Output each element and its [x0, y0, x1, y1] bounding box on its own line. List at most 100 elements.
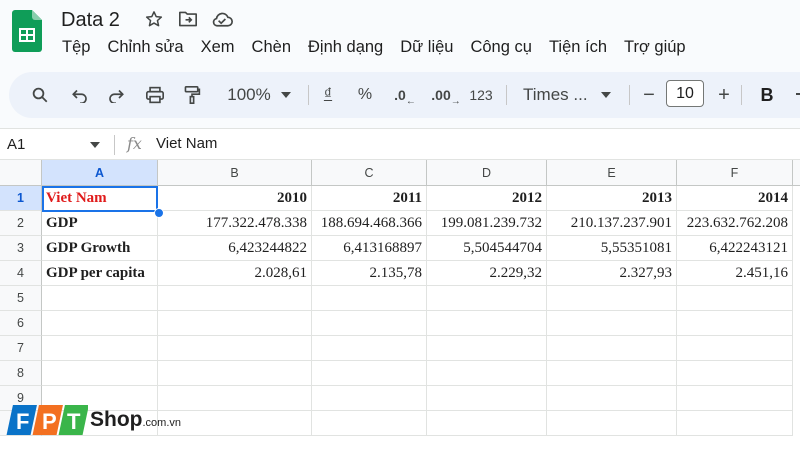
cell-b9[interactable] — [158, 386, 312, 411]
menu-view[interactable]: Xem — [201, 38, 235, 57]
cell-d7[interactable] — [427, 336, 547, 361]
cell-e8[interactable] — [547, 361, 677, 386]
more-formats-button[interactable]: 123 — [467, 72, 495, 118]
chevron-down-icon[interactable] — [599, 72, 613, 118]
cell-e10[interactable] — [547, 411, 677, 436]
search-icon[interactable] — [27, 72, 53, 118]
column-header-d[interactable]: D — [427, 160, 547, 186]
cell-e1[interactable]: 2013 — [547, 186, 677, 211]
cell-d10[interactable] — [427, 411, 547, 436]
row-header-8[interactable]: 8 — [0, 361, 42, 386]
cell-c10[interactable] — [312, 411, 427, 436]
more-options-icon[interactable] — [791, 72, 800, 118]
column-header-g[interactable] — [793, 160, 800, 186]
menu-data[interactable]: Dữ liệu — [400, 38, 453, 57]
paint-format-icon[interactable] — [179, 72, 205, 118]
cell-a4[interactable]: GDP per capita — [42, 261, 158, 286]
redo-icon[interactable] — [103, 72, 129, 118]
cell-e2[interactable]: 210.137.237.901 — [547, 211, 677, 236]
bold-button[interactable]: B — [752, 72, 782, 118]
cell-f7[interactable] — [677, 336, 793, 361]
column-header-b[interactable]: B — [158, 160, 312, 186]
row-header-5[interactable]: 5 — [0, 286, 42, 311]
cell-c7[interactable] — [312, 336, 427, 361]
cell-d6[interactable] — [427, 311, 547, 336]
name-box[interactable]: A1 — [7, 136, 25, 153]
cell-c2[interactable]: 188.694.468.366 — [312, 211, 427, 236]
document-title[interactable]: Data 2 — [61, 9, 120, 32]
cell-c1[interactable]: 2011 — [312, 186, 427, 211]
decrease-font-size-button[interactable]: − — [639, 72, 659, 118]
menu-edit[interactable]: Chỉnh sửa — [107, 38, 183, 57]
cell-a7[interactable] — [42, 336, 158, 361]
zoom-select[interactable]: 100% — [219, 72, 279, 118]
cell-f6[interactable] — [677, 311, 793, 336]
row-header-1[interactable]: 1 — [0, 186, 42, 211]
percent-format-button[interactable]: % — [355, 72, 375, 118]
cell-b2[interactable]: 177.322.478.338 — [158, 211, 312, 236]
cell-e6[interactable] — [547, 311, 677, 336]
cell-f3[interactable]: 6,422243121 — [677, 236, 793, 261]
cell-c6[interactable] — [312, 311, 427, 336]
cell-f1[interactable]: 2014 — [677, 186, 793, 211]
row-header-3[interactable]: 3 — [0, 236, 42, 261]
column-header-e[interactable]: E — [547, 160, 677, 186]
formula-input[interactable]: Viet Nam — [156, 135, 217, 152]
increase-decimal-button[interactable]: .00 → — [429, 72, 463, 118]
cell-d4[interactable]: 2.229,32 — [427, 261, 547, 286]
chevron-down-icon[interactable] — [90, 142, 100, 148]
cloud-saved-icon[interactable] — [211, 8, 233, 30]
cell-d9[interactable] — [427, 386, 547, 411]
cell-c5[interactable] — [312, 286, 427, 311]
cell-a6[interactable] — [42, 311, 158, 336]
cell-c9[interactable] — [312, 386, 427, 411]
cell-a5[interactable] — [42, 286, 158, 311]
cell-d8[interactable] — [427, 361, 547, 386]
row-header-6[interactable]: 6 — [0, 311, 42, 336]
cell-f2[interactable]: 223.632.762.208 — [677, 211, 793, 236]
cell-c3[interactable]: 6,413168897 — [312, 236, 427, 261]
cell-a3[interactable]: GDP Growth — [42, 236, 158, 261]
cell-e7[interactable] — [547, 336, 677, 361]
cell-e4[interactable]: 2.327,93 — [547, 261, 677, 286]
menu-help[interactable]: Trợ giúp — [624, 38, 686, 57]
menu-tools[interactable]: Công cụ — [470, 38, 531, 57]
currency-format-button[interactable]: ₫ — [319, 72, 337, 118]
cell-d3[interactable]: 5,504544704 — [427, 236, 547, 261]
row-header-7[interactable]: 7 — [0, 336, 42, 361]
cell-b1[interactable]: 2010 — [158, 186, 312, 211]
cell-e9[interactable] — [547, 386, 677, 411]
cell-b3[interactable]: 6,423244822 — [158, 236, 312, 261]
cell-f4[interactable]: 2.451,16 — [677, 261, 793, 286]
cell-b5[interactable] — [158, 286, 312, 311]
cell-f10[interactable] — [677, 411, 793, 436]
cell-c8[interactable] — [312, 361, 427, 386]
column-header-c[interactable]: C — [312, 160, 427, 186]
font-size-input[interactable]: 10 — [666, 80, 704, 107]
fill-handle[interactable] — [154, 208, 164, 218]
undo-icon[interactable] — [67, 72, 93, 118]
menu-insert[interactable]: Chèn — [252, 38, 291, 57]
cell-c4[interactable]: 2.135,78 — [312, 261, 427, 286]
print-icon[interactable] — [141, 72, 169, 118]
cell-b8[interactable] — [158, 361, 312, 386]
cell-b10[interactable] — [158, 411, 312, 436]
move-folder-icon[interactable] — [177, 8, 199, 30]
cell-d5[interactable] — [427, 286, 547, 311]
menu-format[interactable]: Định dạng — [308, 38, 383, 57]
menu-extensions[interactable]: Tiện ích — [549, 38, 607, 57]
column-header-f[interactable]: F — [677, 160, 793, 186]
cell-d2[interactable]: 199.081.239.732 — [427, 211, 547, 236]
row-header-2[interactable]: 2 — [0, 211, 42, 236]
row-header-4[interactable]: 4 — [0, 261, 42, 286]
chevron-down-icon[interactable] — [279, 72, 293, 118]
increase-font-size-button[interactable]: + — [714, 72, 734, 118]
star-icon[interactable] — [143, 8, 165, 30]
cell-b6[interactable] — [158, 311, 312, 336]
cell-f5[interactable] — [677, 286, 793, 311]
font-family-select[interactable]: Times ... — [523, 72, 593, 118]
cell-d1[interactable]: 2012 — [427, 186, 547, 211]
decrease-decimal-button[interactable]: .0 ← — [391, 72, 419, 118]
cell-b7[interactable] — [158, 336, 312, 361]
cell-a2[interactable]: GDP — [42, 211, 158, 236]
